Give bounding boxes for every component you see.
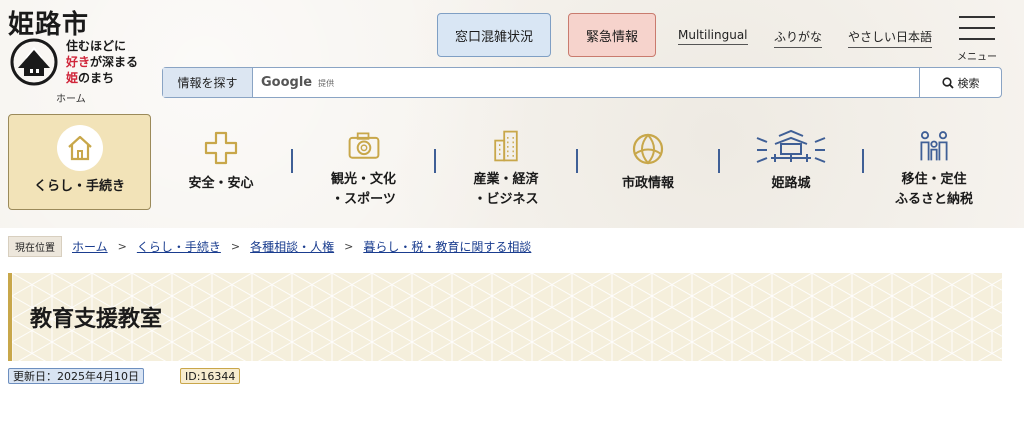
- breadcrumb-link-home[interactable]: ホーム: [72, 238, 108, 255]
- hamburger-icon: [959, 16, 995, 18]
- page-title: 教育支援教室: [30, 307, 163, 332]
- nav-label-iju-line2: ふるさと納税: [894, 192, 973, 207]
- chevron-right-icon: >: [344, 239, 354, 253]
- google-provider-text: Google: [261, 75, 313, 90]
- nav-item-himejijo[interactable]: 姫路城: [720, 114, 862, 210]
- page-title-band: 教育支援教室: [8, 273, 1002, 361]
- chevron-right-icon: >: [117, 239, 127, 253]
- search-bar: 情報を探す Google 提供 検索: [162, 67, 1002, 98]
- emergency-info-button[interactable]: 緊急情報: [568, 13, 656, 57]
- breadcrumb-current-tag: 現在位置: [8, 235, 62, 257]
- nav-label-shisei: 市政情報: [621, 176, 674, 191]
- site-title[interactable]: 姫路市: [8, 4, 89, 41]
- search-label: 情報を探す: [163, 68, 253, 97]
- castle-icon: [756, 129, 826, 163]
- nav-label-sangyo-line1: 産業・経済: [473, 172, 539, 187]
- nav-label-kanko-line1: 観光・文化: [330, 172, 396, 187]
- slogan-line-2: 好きが深まる: [66, 54, 138, 70]
- nav-label-iju-line1: 移住・定住: [901, 172, 967, 187]
- nav-label-himejijo: 姫路城: [771, 176, 811, 191]
- slogan-text-fukamaru: が深まる: [90, 55, 139, 69]
- building-icon: [494, 130, 518, 162]
- easy-japanese-link[interactable]: やさしい日本語: [848, 28, 933, 48]
- nav-label-kanko-line2: ・スポーツ: [331, 192, 396, 207]
- menu-button[interactable]: メニュー: [955, 14, 999, 63]
- google-provider-sub: 提供: [318, 79, 335, 88]
- camera-icon: [348, 132, 379, 159]
- search-button-label: 検索: [957, 76, 980, 90]
- nav-label-iju: 移住・定住 ふるさと納税: [895, 170, 973, 210]
- nav-label-kanko: 観光・文化 ・スポーツ: [331, 170, 396, 210]
- nav-label-sangyo: 産業・経済 ・ビジネス: [473, 170, 538, 210]
- slogan-line-3: 姫のまち: [66, 70, 138, 86]
- house-icon: [67, 135, 92, 161]
- house-icon-wrap: [56, 125, 103, 171]
- updated-date-badge: 更新日：2025年4月10日: [8, 368, 144, 384]
- slogan-highlight-hime: 姫: [66, 71, 79, 85]
- site-header: 姫路市 住むほどに 好きが深まる 姫のまち ホーム 窓口混雑状況 緊急情報 Mu…: [0, 0, 1024, 228]
- nav-label-sangyo-line2: ・ビジネス: [473, 192, 539, 207]
- multilingual-link[interactable]: Multilingual: [678, 28, 748, 45]
- slogan-text-machi: のまち: [78, 71, 115, 85]
- hamburger-icon-bar: [959, 27, 995, 29]
- page-id-badge: ID:16344: [180, 368, 241, 384]
- nav-item-shisei[interactable]: 市政情報: [578, 114, 718, 210]
- hamburger-icon-bar: [959, 38, 995, 40]
- city-crest-icon[interactable]: [8, 38, 60, 86]
- nav-item-sangyo[interactable]: 産業・経済 ・ビジネス: [436, 114, 576, 210]
- nav-label-anzen: 安全・安心: [188, 176, 254, 191]
- slogan-highlight-suki: 好き: [66, 55, 91, 69]
- breadcrumb-link-kurashi[interactable]: くらし・手続き: [137, 238, 221, 255]
- nav-item-kurashi[interactable]: くらし・手続き: [8, 114, 151, 210]
- magnifier-icon: [941, 76, 954, 89]
- furigana-link[interactable]: ふりがな: [774, 28, 823, 48]
- slogan-line-1: 住むほどに: [66, 39, 127, 53]
- home-link[interactable]: ホーム: [56, 90, 86, 105]
- city-slogan: 住むほどに 好きが深まる 姫のまち: [66, 38, 138, 86]
- cross-icon: [204, 131, 238, 165]
- nav-label-kurashi: くらし・手続き: [33, 179, 125, 194]
- nav-item-anzen[interactable]: 安全・安心: [151, 114, 291, 210]
- nav-item-iju[interactable]: 移住・定住 ふるさと納税: [864, 114, 1004, 210]
- breadcrumb: 現在位置 ホーム > くらし・手続き > 各種相談・人権 > 暮らし・税・教育に…: [8, 235, 531, 257]
- menu-label: メニュー: [957, 52, 997, 63]
- search-input[interactable]: Google 提供: [253, 68, 919, 97]
- emblem-icon: [632, 133, 664, 165]
- family-icon: [920, 131, 948, 161]
- breadcrumb-link-kurashi-sodan[interactable]: 暮らし・税・教育に関する相談: [363, 238, 531, 255]
- madoguchi-status-button[interactable]: 窓口混雑状況: [437, 13, 551, 57]
- chevron-right-icon: >: [230, 239, 241, 253]
- breadcrumb-link-sodan[interactable]: 各種相談・人権: [250, 238, 334, 255]
- nav-item-kanko[interactable]: 観光・文化 ・スポーツ: [293, 114, 434, 210]
- search-button[interactable]: 検索: [919, 68, 1001, 97]
